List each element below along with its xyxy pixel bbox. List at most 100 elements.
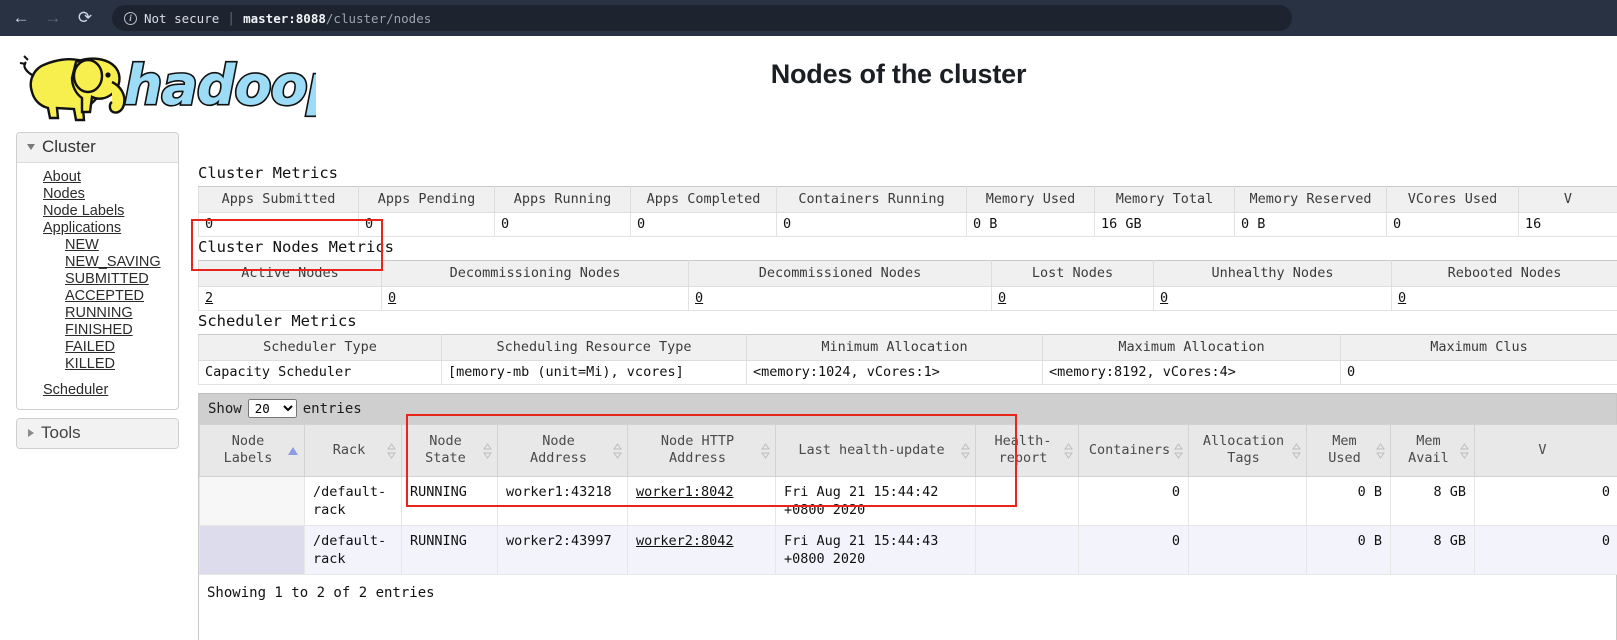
sidebar-item-app-new[interactable]: NEW: [17, 237, 178, 254]
sidebar-cluster-block: Cluster About Nodes Node Labels Applicat…: [16, 132, 179, 410]
col-containers[interactable]: Containers: [1078, 424, 1189, 477]
page-title: Nodes of the cluster: [770, 59, 1027, 89]
col-apps-completed: Apps Completed: [630, 186, 777, 213]
sidebar-tools-header[interactable]: Tools: [17, 419, 178, 448]
sidebar-item-app-submitted[interactable]: SUBMITTED: [17, 271, 178, 288]
sidebar-tools-block: Tools: [16, 418, 179, 449]
val-active-nodes[interactable]: 2: [205, 290, 213, 306]
browser-chrome: ← → ⟳ i Not secure | master:8088/cluster…: [0, 0, 1617, 36]
table-row: /default-rack RUNNING worker2:43997 work…: [199, 525, 1617, 575]
page-body: hadoop Nodes of the cluster Cluster Abou…: [0, 36, 1617, 640]
col-health-report-label: Health-report: [994, 433, 1052, 466]
sidebar-item-app-accepted[interactable]: ACCEPTED: [17, 288, 178, 305]
col-memory-reserved: Memory Reserved: [1234, 186, 1387, 213]
back-button[interactable]: ←: [6, 3, 36, 33]
col-scheduling-resource-type: Scheduling Resource Type: [441, 334, 747, 361]
forward-button[interactable]: →: [38, 3, 68, 33]
address-bar[interactable]: i Not secure | master:8088/cluster/nodes: [112, 5, 1292, 31]
sidebar-item-nodes[interactable]: Nodes: [17, 186, 178, 203]
cell-containers: 0: [1078, 476, 1189, 526]
cell-node-http-address[interactable]: worker1:8042: [636, 484, 734, 500]
val-scheduling-resource-type: [memory-mb (unit=Mi), vcores]: [441, 360, 747, 385]
scheduler-metrics-header-row: Scheduler Type Scheduling Resource Type …: [198, 334, 1617, 361]
sidebar-item-app-new-saving[interactable]: NEW_SAVING: [17, 254, 178, 271]
page-size-select[interactable]: 20 40 60 100: [247, 399, 297, 418]
sort-both-icon: [1064, 442, 1073, 459]
nodes-table: Node Labels Rack Node State Node Address…: [199, 424, 1617, 575]
val-memory-total: 16 GB: [1094, 212, 1235, 237]
sidebar-item-node-labels[interactable]: Node Labels: [17, 203, 178, 220]
col-decommissioning-nodes: Decommissioning Nodes: [381, 260, 689, 287]
sidebar-item-applications[interactable]: Applications: [17, 220, 178, 237]
val-vcores-used: 0: [1386, 212, 1519, 237]
info-icon[interactable]: i: [124, 11, 137, 25]
reload-button[interactable]: ⟳: [70, 3, 100, 33]
cell-vcores: 0: [1474, 525, 1617, 575]
cell-mem-used: 0 B: [1306, 525, 1391, 575]
cell-node-http-address[interactable]: worker2:8042: [636, 533, 734, 549]
val-memory-used: 0 B: [966, 212, 1095, 237]
col-last-health-update[interactable]: Last health-update: [775, 424, 976, 477]
col-node-labels-label: Node Labels: [223, 433, 273, 466]
col-mem-used[interactable]: Mem Used: [1306, 424, 1391, 477]
sidebar-item-about[interactable]: About: [17, 169, 178, 186]
cell-vcores: 0: [1474, 476, 1617, 526]
sidebar-item-scheduler[interactable]: Scheduler: [17, 382, 178, 399]
url-host: master:8088: [243, 10, 326, 26]
col-rack-label: Rack: [332, 441, 366, 458]
col-minimum-allocation: Minimum Allocation: [746, 334, 1043, 361]
col-node-address[interactable]: Node Address: [497, 424, 628, 477]
col-last-health-update-label: Last health-update: [798, 441, 945, 458]
col-allocation-tags[interactable]: Allocation Tags: [1188, 424, 1307, 477]
col-mem-used-label: Mem Used: [1328, 433, 1361, 466]
col-active-nodes: Active Nodes: [198, 260, 382, 287]
table-row: /default-rack RUNNING worker1:43218 work…: [199, 476, 1617, 526]
cell-rack: /default-rack: [304, 525, 402, 575]
sidebar-item-app-finished[interactable]: FINISHED: [17, 322, 178, 339]
col-rack[interactable]: Rack: [304, 424, 402, 477]
scheduler-metrics-title: Scheduler Metrics: [198, 312, 357, 330]
nodes-datatable-toolbar: Show 20 40 60 100 entries: [199, 393, 1616, 424]
col-mem-avail[interactable]: Mem Avail: [1390, 424, 1475, 477]
sidebar-item-app-running[interactable]: RUNNING: [17, 305, 178, 322]
entries-label: entries: [302, 400, 362, 417]
sidebar-item-app-failed[interactable]: FAILED: [17, 339, 178, 356]
val-decommissioned-nodes[interactable]: 0: [695, 290, 703, 306]
cluster-nodes-metrics-table: Active Nodes Decommissioning Nodes Decom…: [198, 260, 1617, 311]
cluster-metrics-title: Cluster Metrics: [198, 164, 338, 182]
val-decommissioning-nodes[interactable]: 0: [388, 290, 396, 306]
col-node-http-address[interactable]: Node HTTP Address: [627, 424, 776, 477]
omnibox-divider: |: [227, 10, 236, 26]
col-memory-total: Memory Total: [1094, 186, 1235, 213]
val-apps-running: 0: [494, 212, 631, 237]
val-scheduler-type: Capacity Scheduler: [198, 360, 442, 385]
col-containers-running: Containers Running: [776, 186, 967, 213]
sidebar-cluster-header[interactable]: Cluster: [17, 133, 178, 163]
cell-last-health-update: Fri Aug 21 15:44:43 +0800 2020: [775, 525, 976, 575]
cluster-metrics-header-row: Apps Submitted Apps Pending Apps Running…: [198, 186, 1617, 213]
val-maximum-allocation: <memory:8192, vCores:4>: [1042, 360, 1341, 385]
nodes-table-header-row: Node Labels Rack Node State Node Address…: [199, 424, 1617, 477]
val-rebooted-nodes[interactable]: 0: [1398, 290, 1406, 306]
sidebar-item-app-killed[interactable]: KILLED: [17, 356, 178, 373]
val-maximum-cluster-truncated: 0: [1340, 360, 1617, 385]
cluster-metrics-value-row: 0 0 0 0 0 0 B 16 GB 0 B 0 16: [198, 212, 1617, 237]
col-containers-label: Containers: [1088, 441, 1171, 458]
val-lost-nodes[interactable]: 0: [998, 290, 1006, 306]
val-unhealthy-nodes[interactable]: 0: [1160, 290, 1168, 306]
sidebar-tools-label: Tools: [41, 423, 81, 442]
sort-both-icon: [483, 442, 492, 459]
col-mem-avail-label: Mem Avail: [1408, 433, 1449, 466]
sort-both-icon: [613, 442, 622, 459]
col-node-labels[interactable]: Node Labels: [199, 424, 305, 477]
cell-rack: /default-rack: [304, 476, 402, 526]
sort-both-icon: [961, 442, 970, 459]
cell-node-labels: [199, 525, 305, 575]
val-apps-completed: 0: [630, 212, 777, 237]
col-vcores-truncated[interactable]: V: [1474, 424, 1617, 477]
col-health-report[interactable]: Health-report: [975, 424, 1079, 477]
sort-both-icon: [387, 442, 396, 459]
col-node-state[interactable]: Node State: [401, 424, 498, 477]
col-memory-used: Memory Used: [966, 186, 1095, 213]
nodes-table-body: /default-rack RUNNING worker1:43218 work…: [199, 476, 1617, 575]
